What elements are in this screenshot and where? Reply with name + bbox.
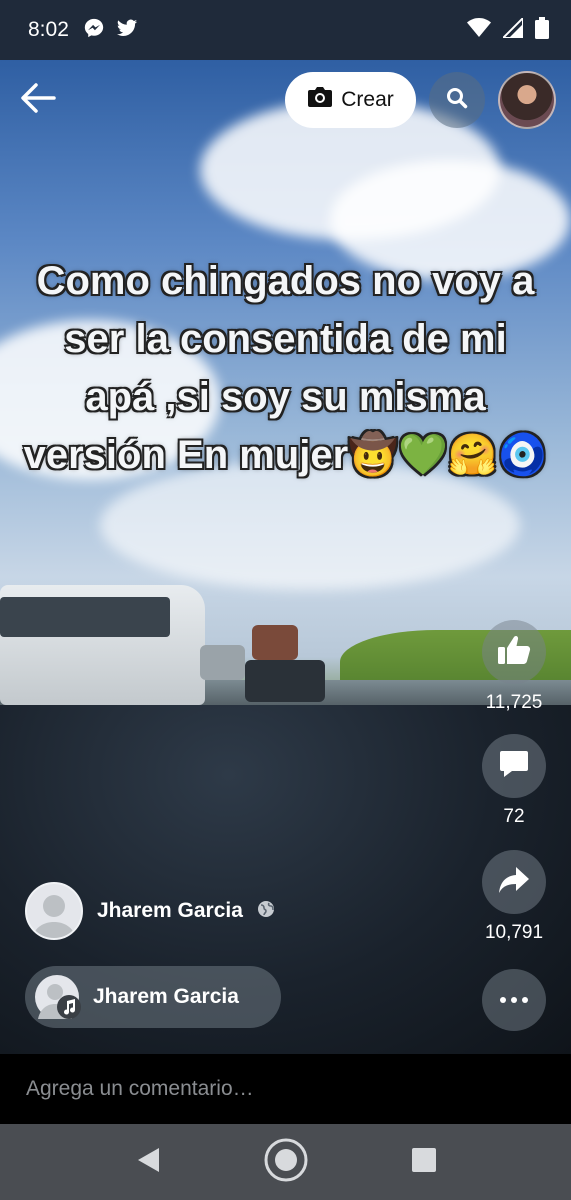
comment-button[interactable] <box>482 734 546 798</box>
nav-recents-button[interactable] <box>400 1138 448 1186</box>
back-button[interactable] <box>18 80 58 120</box>
signal-icon <box>500 15 524 43</box>
audio-name: Jharem Garcia <box>93 985 239 1008</box>
comment-count: 72 <box>503 806 525 827</box>
nav-home-button[interactable] <box>262 1138 310 1186</box>
comment-input[interactable]: Agrega un comentario… <box>0 1054 571 1124</box>
share-count: 10,791 <box>484 922 544 943</box>
default-avatar-icon <box>31 895 77 938</box>
author-name[interactable]: Jharem Garcia <box>97 899 243 923</box>
messenger-icon <box>83 17 105 44</box>
video-caption: Como chingados no voy a ser la consentid… <box>0 252 571 484</box>
like-button[interactable] <box>482 620 546 684</box>
status-bar: 8:02 <box>0 0 571 60</box>
nav-back-button[interactable] <box>124 1138 172 1186</box>
dot <box>511 997 517 1003</box>
caption-line: apá ,si soy su misma <box>85 375 486 419</box>
battery-icon <box>535 16 549 44</box>
dot <box>522 997 528 1003</box>
wifi-icon <box>467 17 491 43</box>
share-arrow-icon <box>498 866 530 899</box>
share-button[interactable] <box>482 850 546 914</box>
caption-line: versión En mujer🤠💚🤗🧿 <box>23 433 548 477</box>
truck-window <box>0 597 170 637</box>
arrow-left-icon <box>20 82 56 119</box>
status-time: 8:02 <box>28 18 69 41</box>
comment-placeholder: Agrega un comentario… <box>26 1077 254 1100</box>
globe-icon <box>257 900 275 923</box>
car <box>245 660 325 702</box>
caption-line: ser la consentida de mi <box>64 317 507 361</box>
status-right-icons <box>467 15 549 44</box>
author-avatar[interactable] <box>25 882 83 940</box>
create-button[interactable]: Crear <box>285 72 416 128</box>
recents-square-icon <box>411 1147 437 1178</box>
status-left-icons <box>83 17 139 44</box>
audio-avatar <box>35 975 81 1019</box>
comment-bubble-icon <box>498 748 530 785</box>
search-icon <box>446 87 468 114</box>
author-row: Jharem Garcia <box>25 882 275 940</box>
create-label: Crear <box>341 88 394 111</box>
share-action: 10,791 <box>482 850 546 944</box>
system-nav-bar <box>0 1124 571 1200</box>
dump-truck <box>252 625 298 660</box>
comment-action: 72 <box>482 734 546 828</box>
twitter-icon <box>115 17 139 44</box>
profile-avatar[interactable] <box>498 71 556 129</box>
audio-pill[interactable]: Jharem Garcia <box>25 966 281 1028</box>
music-note-icon <box>57 995 81 1019</box>
back-triangle-icon <box>135 1146 161 1179</box>
like-count: 11,725 <box>485 692 543 713</box>
white-pickup-truck <box>0 585 205 705</box>
search-button[interactable] <box>429 72 485 128</box>
like-action: 11,725 <box>482 620 546 714</box>
thumbs-up-icon <box>497 634 531 671</box>
more-options-button[interactable] <box>482 969 546 1031</box>
camera-icon <box>307 86 333 114</box>
caption-line: Como chingados no voy a <box>36 259 535 303</box>
dot <box>500 997 506 1003</box>
car <box>200 645 245 680</box>
home-circle-icon <box>263 1137 309 1188</box>
